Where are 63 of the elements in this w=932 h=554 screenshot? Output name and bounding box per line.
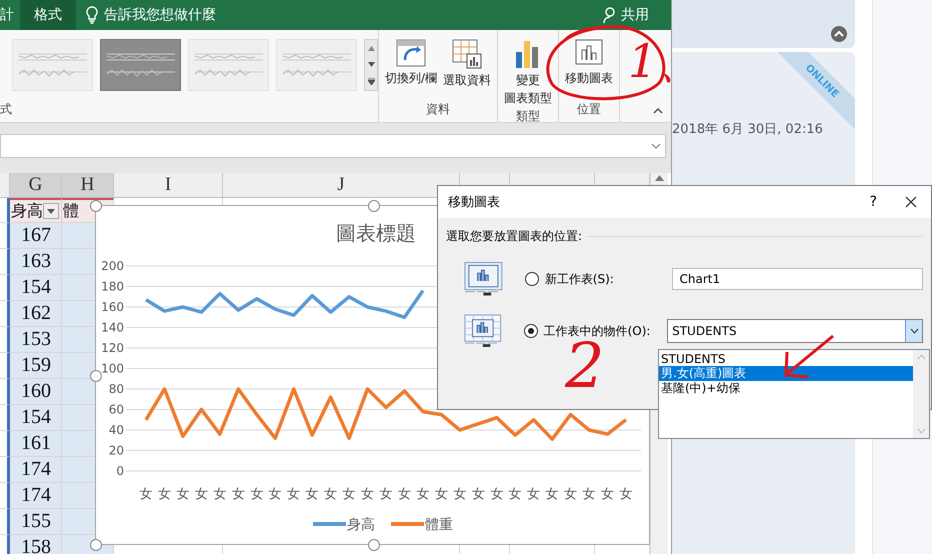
axis-category-label: 女	[176, 487, 190, 502]
table-cell: 174	[10, 457, 62, 483]
axis-tick-label: 0	[116, 464, 124, 478]
axis-category-label: 女	[213, 487, 226, 502]
table-cell: 163	[10, 249, 62, 275]
table-cell: 174	[10, 483, 62, 509]
group-label: 式	[0, 101, 13, 118]
axis-tick-label: 140	[101, 320, 124, 334]
axis-category-label: 女	[601, 487, 614, 502]
axis-tick-label: 80	[108, 382, 124, 396]
legend-label: 身高	[347, 517, 375, 533]
axis-category-label: 女	[490, 487, 504, 502]
table-cell: 153	[10, 327, 62, 353]
axis-tick-label: 200	[101, 259, 124, 273]
legend-label: 體重	[425, 517, 453, 533]
header-text: 身高	[11, 202, 43, 222]
axis-tick-label: 160	[101, 300, 124, 314]
axis-category-label: 女	[140, 487, 152, 502]
timestamp: 2018年 6月 30日, 02:16	[672, 121, 824, 138]
axis-category-label: 女	[453, 487, 466, 502]
group-label: 位置	[576, 101, 602, 118]
group-label: 類型	[515, 108, 542, 125]
table-cell: 161	[10, 431, 62, 457]
axis-tick-label: 100	[101, 362, 124, 376]
axis-category-label: 女	[268, 487, 282, 502]
axis-category-label: 女	[194, 487, 208, 502]
axis-tick-label: 180	[101, 280, 124, 294]
handwritten-annotation: 1、	[628, 38, 704, 84]
group-label: 資料	[425, 101, 452, 118]
axis-category-label: 女	[324, 487, 338, 502]
axis-category-label: 女	[508, 487, 522, 502]
axis-category-label: 女	[398, 487, 411, 502]
axis-category-label: 女	[416, 487, 430, 502]
table-cell: 158	[10, 535, 62, 554]
table-cell: 160	[10, 379, 62, 405]
axis-category-label: 女	[306, 487, 319, 502]
axis-category-label: 女	[232, 487, 245, 502]
axis-category-label: 女	[564, 487, 578, 502]
axis-category-label: 女	[380, 487, 392, 502]
table-cell: 159	[10, 353, 62, 379]
handwritten-annotation: 2	[565, 335, 604, 397]
axis-tick-label: 60	[108, 402, 124, 416]
axis-tick-label: 40	[108, 423, 124, 437]
axis-category-label: 女	[527, 487, 540, 502]
axis-category-label: 女	[361, 487, 374, 502]
axis-tick-label: 20	[108, 444, 124, 458]
table-cell: 155	[10, 509, 62, 535]
axis-category-label: 女	[582, 487, 596, 502]
axis-category-label: 女	[158, 487, 171, 502]
axis-category-label: 女	[472, 487, 485, 502]
tell-me-text: 告訴我您想做什麼	[104, 6, 216, 24]
axis-category-label: 女	[620, 487, 632, 502]
axis-category-label: 女	[342, 487, 356, 502]
axis-category-label: 女	[250, 487, 264, 502]
axis-category-label: 女	[287, 487, 300, 502]
table-cell: 167	[10, 223, 62, 249]
instruction-text: 選取您要放置圖表的位置:	[446, 228, 582, 245]
axis-tick-label: 120	[101, 341, 124, 355]
table-cell: 154	[10, 275, 62, 301]
table-cell: 154	[10, 405, 62, 431]
table-cell: 162	[10, 301, 62, 327]
axis-category-label: 女	[434, 487, 448, 502]
axis-category-label: 女	[546, 487, 559, 502]
